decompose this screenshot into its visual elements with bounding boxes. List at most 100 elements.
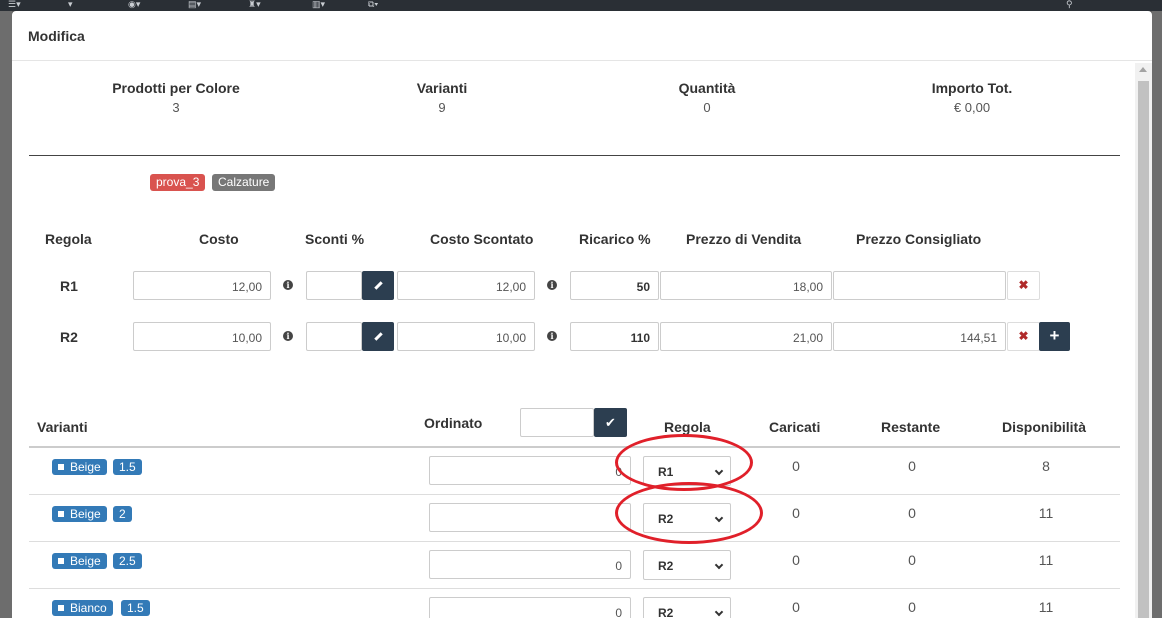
header-varianti: Varianti [37,419,88,435]
info-icon[interactable]: i [283,280,293,290]
pencil-icon [373,281,383,290]
highlight-ellipse [615,482,763,544]
prezzo-vendita-input-r1[interactable]: 18,00 [660,271,832,300]
square-icon [58,605,64,611]
share-icon[interactable]: ⧉▾ [368,0,386,9]
delete-rule-button-r2[interactable]: ✖ [1007,322,1040,351]
summary-varianti: Varianti 9 [342,80,542,115]
restante-value: 0 [908,599,916,615]
disponibilita-value: 11 [1038,552,1054,568]
menu-icon[interactable]: ☰▾ [8,0,26,9]
summary-label: Prodotti per Colore [112,80,240,96]
tag-category: Calzature [212,174,276,191]
summary-prodotti-per-colore: Prodotti per Colore 3 [76,80,276,115]
variant-size-badge: 2 [113,506,132,522]
close-icon: ✖ [1018,329,1029,343]
caricati-value: 0 [792,505,800,521]
summary-divider [29,155,1120,156]
summary-value: 9 [438,100,446,115]
variant-color: Bianco [70,601,107,615]
ordinato-input[interactable]: 0 [429,550,631,579]
modal-header: Modifica [12,11,1152,61]
regola-select[interactable]: R2 [643,550,731,580]
ordinato-input[interactable]: 0 [429,597,631,618]
edit-modal: Modifica Prodotti per Colore 3 Varianti … [12,11,1152,618]
square-icon [58,511,64,517]
summary-label: Quantità [678,80,736,96]
background-right [1152,11,1162,618]
sconti-input-r2[interactable] [306,322,362,351]
check-icon: ✔ [605,415,616,430]
variant-color: Beige [70,507,101,521]
square-icon [58,464,64,470]
edit-sconti-button-r2[interactable] [362,322,394,351]
variant-color-badge: Beige [52,553,107,569]
plus-icon: + [1049,326,1060,345]
header-prezzo-vendita: Prezzo di Vendita [686,231,802,247]
variant-color-badge: Beige [52,459,107,475]
variant-color-badge: Bianco [52,600,113,616]
chevron-down-icon [714,607,724,617]
user-icon[interactable]: ♜▾ [248,0,266,9]
costo-input-r2[interactable]: 10,00 [133,322,271,351]
search-icon[interactable]: ⚲ [1066,0,1084,9]
edit-sconti-button-r1[interactable] [362,271,394,300]
square-icon [58,558,64,564]
row-divider [29,541,1120,542]
summary-label: Importo Tot. [931,80,1013,96]
variant-color-badge: Beige [52,506,107,522]
row-divider [29,494,1120,495]
modal-scrollbar[interactable] [1135,63,1152,618]
apply-ordinato-button[interactable]: ✔ [594,408,627,437]
caricati-value: 0 [792,599,800,615]
eye-icon[interactable]: ◉▾ [128,0,146,9]
file-icon[interactable]: ▤▾ [188,0,206,9]
summary-value: 3 [172,100,180,115]
restante-value: 0 [908,458,916,474]
disponibilita-value: 11 [1038,599,1054,615]
background-left [0,11,12,618]
summary-importo-tot: Importo Tot. € 0,00 [872,80,1072,115]
delete-rule-button-r1[interactable]: ✖ [1007,271,1040,300]
summary-value: 0 [703,100,711,115]
app-topbar: ☰▾ ▾ ◉▾ ▤▾ ♜▾ ▥▾ ⧉▾ ⚲ [0,0,1162,11]
ordinato-input[interactable]: 0 [429,456,631,485]
costo-input-r1[interactable]: 12,00 [133,271,271,300]
header-sconti: Sconti % [305,231,365,247]
ordinato-bulk-input[interactable] [520,408,594,437]
row-divider [29,588,1120,589]
costo-scontato-input-r1[interactable]: 12,00 [397,271,535,300]
disponibilita-value: 8 [1042,458,1050,474]
restante-value: 0 [908,552,916,568]
ordinato-input[interactable] [429,503,631,532]
rule-name-r2: R2 [60,329,78,345]
user-menu-icon[interactable]: ▾ [68,0,86,9]
prezzo-consigliato-input-r1[interactable] [833,271,1006,300]
prezzo-consigliato-input-r2[interactable]: 144,51 [833,322,1006,351]
caricati-value: 0 [792,458,800,474]
header-ricarico: Ricarico % [579,231,651,247]
info-icon[interactable]: i [547,280,557,290]
columns-icon[interactable]: ▥▾ [312,0,330,9]
costo-scontato-input-r2[interactable]: 10,00 [397,322,535,351]
variant-color: Beige [70,460,101,474]
add-rule-button[interactable]: + [1039,322,1070,351]
header-costo-scontato: Costo Scontato [430,231,534,247]
header-restante: Restante [881,419,941,435]
info-icon[interactable]: i [283,331,293,341]
scroll-thumb[interactable] [1138,81,1149,618]
prezzo-vendita-input-r2[interactable]: 21,00 [660,322,832,351]
caricati-value: 0 [792,552,800,568]
chevron-down-icon [714,560,724,570]
ricarico-input-r1[interactable]: 50 [570,271,659,300]
close-icon: ✖ [1018,278,1029,292]
table-header-divider [29,446,1120,448]
scroll-up-icon[interactable] [1139,67,1147,72]
regola-select[interactable]: R2 [643,597,731,618]
variant-color: Beige [70,554,101,568]
sconti-input-r1[interactable] [306,271,362,300]
header-prezzo-consigliato: Prezzo Consigliato [856,231,982,247]
regola-select-value: R2 [658,559,674,573]
ricarico-input-r2[interactable]: 110 [570,322,659,351]
info-icon[interactable]: i [547,331,557,341]
